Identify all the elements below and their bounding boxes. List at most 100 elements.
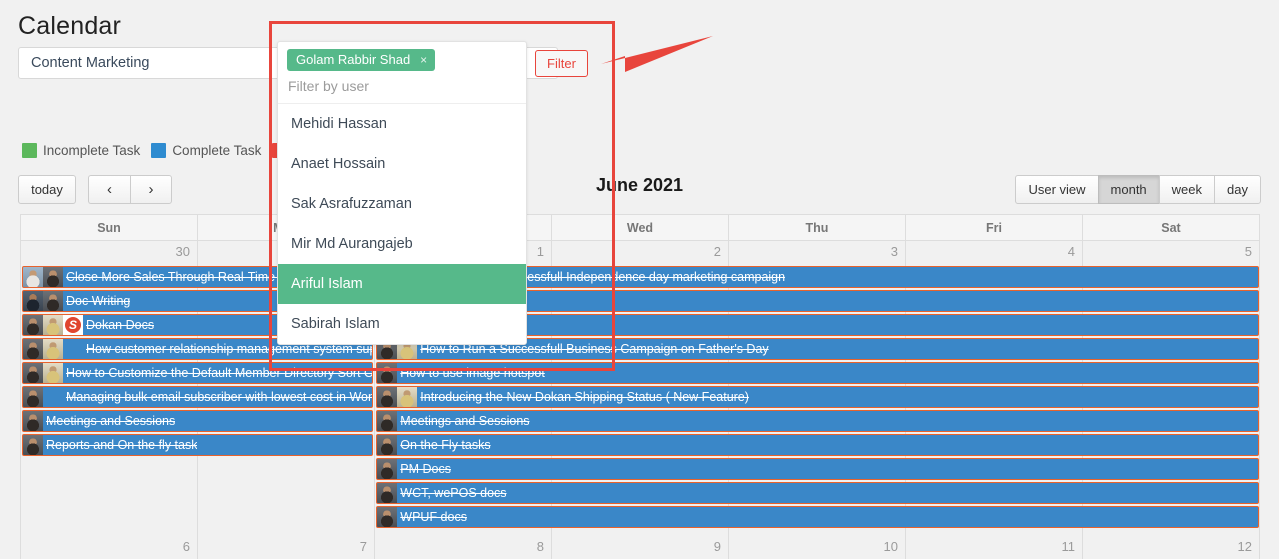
user-filter-dropdown[interactable]: Golam Rabbir Shad × Filter by user Mehid…	[277, 41, 527, 345]
view-switcher: User view month week day	[1015, 175, 1261, 204]
avatar	[63, 315, 83, 335]
event-avatars	[377, 411, 398, 431]
avatar	[377, 459, 398, 479]
date-cell-6[interactable]: 6	[21, 536, 198, 559]
calendar-event[interactable]: Reports and On the fly task	[22, 434, 374, 456]
legend-swatch-icon	[22, 143, 37, 158]
user-filter-control[interactable]: Golam Rabbir Shad × Filter by user	[278, 42, 526, 104]
date-cell-30[interactable]: 30	[21, 241, 198, 265]
date-cell-11[interactable]: 11	[906, 536, 1083, 559]
calendar-page: Calendar Content Marketing Incomplete Ta…	[0, 0, 1279, 559]
date-cell-12[interactable]: 12	[1083, 536, 1260, 559]
calendar-event[interactable]: Introducing the New Dokan Shipping Statu…	[376, 386, 1259, 408]
day-header-fri: Fri	[906, 215, 1083, 241]
calendar-event[interactable]: WCT, wePOS docs	[376, 482, 1259, 504]
legend-label: Incomplete Task	[43, 143, 141, 158]
view-button-day[interactable]: day	[1214, 175, 1261, 204]
legend-swatch-icon	[151, 143, 167, 158]
remove-tag-icon[interactable]: ×	[420, 53, 427, 67]
event-avatars	[377, 435, 398, 455]
date-cell-8[interactable]: 8	[375, 536, 552, 559]
calendar-event[interactable]: WPUF docs	[376, 506, 1259, 528]
avatar	[377, 387, 398, 407]
day-header-sat: Sat	[1083, 215, 1260, 241]
user-option-sak-asrafuzzaman[interactable]: Sak Asrafuzzaman	[278, 184, 526, 224]
avatar	[23, 315, 43, 335]
calendar-week-2: 6 7 8 9 10 11 12	[21, 536, 1260, 559]
event-title: Meetings and Sessions	[46, 414, 176, 428]
avatar	[397, 387, 418, 407]
avatar	[377, 435, 398, 455]
avatar	[23, 411, 43, 431]
event-avatars	[377, 387, 418, 407]
event-title: On the Fly tasks	[400, 438, 491, 452]
event-title: Introducing the New Dokan Shipping Statu…	[420, 390, 749, 404]
event-title: Reports and On the fly task	[46, 438, 198, 452]
pointer-arrow-annotation	[601, 36, 713, 72]
selected-user-label: Golam Rabbir Shad	[296, 52, 411, 67]
calendar-event[interactable]: How to Customize the Default Member Dire…	[22, 362, 374, 384]
selected-user-tag[interactable]: Golam Rabbir Shad ×	[287, 49, 436, 71]
week-1-events: Close More Sales Through Real-Time C Doc …	[21, 265, 1260, 536]
avatar	[23, 267, 43, 287]
user-option-anaet-hossain[interactable]: Anaet Hossain	[278, 144, 526, 184]
avatar	[23, 339, 43, 359]
avatar	[377, 483, 398, 503]
user-option-mir-md-aurangajeb[interactable]: Mir Md Aurangajeb	[278, 224, 526, 264]
calendar-event[interactable]: On the Fly tasks	[376, 434, 1259, 456]
date-cell-7[interactable]: 7	[198, 536, 375, 559]
avatar	[43, 267, 63, 287]
event-title: Managing bulk email subscriber with lowe…	[66, 390, 373, 404]
avatar	[43, 363, 63, 383]
legend-item-0: Incomplete Task	[22, 143, 140, 158]
filter-button[interactable]: Filter	[535, 50, 588, 77]
project-select-value: Content Marketing	[31, 55, 150, 71]
event-avatars	[23, 411, 43, 431]
calendar-event[interactable]: Meetings and Sessions	[22, 410, 374, 432]
date-cell-10[interactable]: 10	[729, 536, 906, 559]
view-button-month[interactable]: month	[1097, 175, 1159, 204]
event-title: Dokan Docs	[86, 318, 155, 332]
view-button-week[interactable]: week	[1158, 175, 1215, 204]
calendar-event[interactable]: Managing bulk email subscriber with lowe…	[22, 386, 374, 408]
avatar	[23, 387, 43, 407]
event-title: Doc Writing	[66, 294, 131, 308]
event-avatars	[23, 363, 63, 383]
calendar-event[interactable]: Meetings and Sessions	[376, 410, 1259, 432]
page-title: Calendar	[18, 12, 122, 40]
date-cell-5[interactable]: 5	[1083, 241, 1260, 265]
user-option-mehidi-hassan[interactable]: Mehidi Hassan	[278, 104, 526, 144]
date-cell-3[interactable]: 3	[729, 241, 906, 265]
calendar-event[interactable]: PM Docs	[376, 458, 1259, 480]
event-title: WCT, wePOS docs	[400, 486, 507, 500]
week-2-date-numbers: 6 7 8 9 10 11 12	[21, 536, 1260, 559]
user-option-ariful-islam[interactable]: Ariful Islam	[278, 264, 526, 304]
user-filter-input[interactable]: Filter by user	[287, 77, 517, 97]
event-avatars	[377, 459, 398, 479]
event-title: Meetings and Sessions	[400, 414, 530, 428]
legend-label: Complete Task	[172, 143, 262, 158]
calendar-day-headers: SunMonTueWedThuFriSat	[21, 215, 1260, 241]
event-avatars	[23, 435, 43, 455]
event-avatars	[23, 387, 63, 407]
date-cell-2[interactable]: 2	[552, 241, 729, 265]
avatar	[377, 411, 398, 431]
user-option-list: Mehidi Hassan Anaet Hossain Sak Asrafuzzam…	[278, 104, 526, 344]
avatar	[23, 435, 43, 455]
event-avatars	[23, 267, 63, 287]
view-button-user-view[interactable]: User view	[1015, 175, 1098, 204]
calendar-event[interactable]: How to use image hotspot	[376, 362, 1259, 384]
avatar	[63, 339, 83, 359]
day-header-sun: Sun	[21, 215, 198, 241]
legend: Incomplete Task Complete Task	[22, 143, 304, 158]
event-title: How to Customize the Default Member Dire…	[66, 366, 373, 380]
avatar	[23, 291, 43, 311]
avatar	[43, 387, 63, 407]
user-option-sabirah-islam[interactable]: Sabirah Islam	[278, 304, 526, 344]
day-header-wed: Wed	[552, 215, 729, 241]
date-cell-9[interactable]: 9	[552, 536, 729, 559]
avatar	[377, 363, 398, 383]
date-cell-4[interactable]: 4	[906, 241, 1083, 265]
calendar-grid: SunMonTueWedThuFriSat 303112345 Close Mo…	[20, 214, 1260, 559]
event-avatars	[23, 291, 63, 311]
